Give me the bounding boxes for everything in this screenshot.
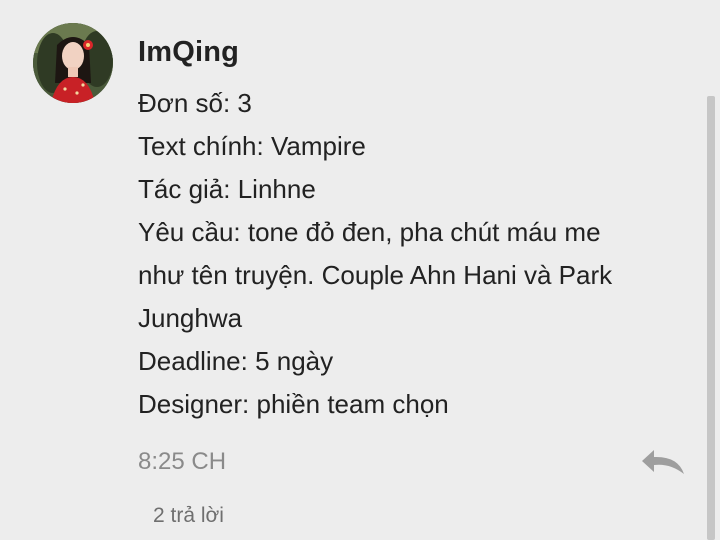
username[interactable]: ImQing xyxy=(138,36,239,69)
comment-line: Deadline: 5 ngày xyxy=(138,346,334,376)
avatar-image xyxy=(33,23,113,103)
avatar[interactable] xyxy=(33,23,113,103)
scrollbar[interactable] xyxy=(707,96,715,540)
comment-line: Designer: phiền team chọn xyxy=(138,389,449,419)
comment-line: như tên truyện. Couple Ahn Hani và Park xyxy=(138,260,613,290)
comment-card: ImQing Đơn số: 3 Text chính: Vampire Tác… xyxy=(0,0,720,540)
timestamp: 8:25 CH xyxy=(138,448,227,475)
comment-line: Đơn số: 3 xyxy=(138,88,252,118)
comment-line: Yêu cầu: tone đỏ đen, pha chút máu me xyxy=(138,217,601,247)
comment-line: Junghwa xyxy=(138,303,243,333)
comment-line: Text chính: Vampire xyxy=(138,131,366,161)
replies-count-link[interactable]: 2 trả lời xyxy=(153,504,224,528)
reply-arrow-icon xyxy=(642,450,684,474)
comment-body: Đơn số: 3 Text chính: Vampire Tác giả: L… xyxy=(138,82,678,426)
reply-button[interactable] xyxy=(638,444,688,480)
comment-line: Tác giả: Linhne xyxy=(138,174,316,204)
